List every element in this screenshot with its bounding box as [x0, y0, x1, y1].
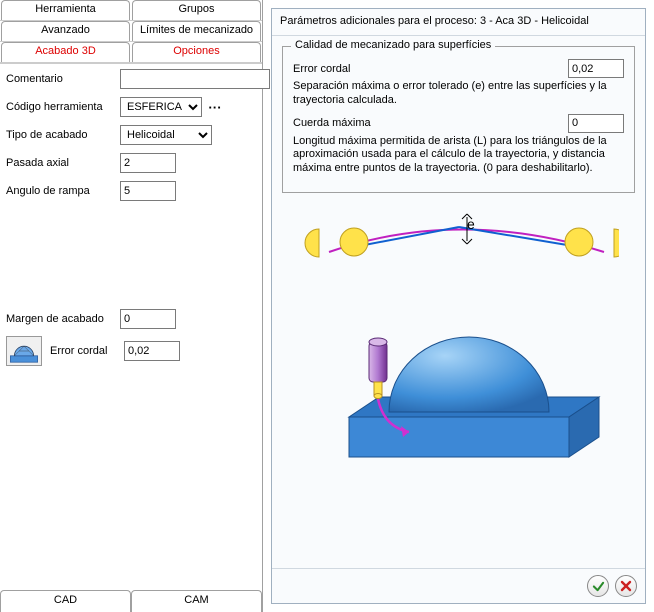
dlg-chordal-desc: Separación máxima o error tolerado (e) e…	[293, 80, 624, 108]
form-area: Comentario Código herramienta ESFERICA 0…	[0, 63, 262, 612]
ramp-angle-input[interactable]	[120, 181, 176, 201]
cancel-button[interactable]	[615, 575, 637, 597]
group-legend: Calidad de mecanizado para superfícies	[291, 39, 495, 51]
finish-margin-label: Margen de acabado	[6, 313, 116, 325]
chordal-error-label: Error cordal	[50, 345, 120, 357]
diagram: e	[282, 197, 635, 487]
axial-pass-label: Pasada axial	[6, 157, 116, 169]
dialog-title: Parámetros adicionales para el proceso: …	[272, 9, 645, 36]
dlg-maxchord-desc: Longitud máxima permitida de arista (L) …	[293, 135, 624, 176]
dlg-maxchord-input[interactable]	[568, 114, 624, 133]
finish-margin-input[interactable]	[120, 309, 176, 329]
tab-row-2: Avanzado Límites de mecanizado	[0, 21, 262, 42]
chordal-error-input[interactable]	[124, 341, 180, 361]
dlg-chordal-label: Error cordal	[293, 63, 562, 75]
dialog-footer	[272, 568, 645, 603]
dome-icon	[8, 338, 40, 364]
tab-grupos[interactable]: Grupos	[132, 0, 261, 20]
tab-avanzado[interactable]: Avanzado	[1, 21, 130, 41]
tab-acabado-3d[interactable]: Acabado 3D	[1, 42, 130, 62]
tool-code-label: Código herramienta	[6, 101, 116, 113]
dlg-chordal-input[interactable]	[568, 59, 624, 78]
right-panel: Parámetros adicionales para el proceso: …	[263, 0, 654, 612]
tab-row-3: Acabado 3D Opciones	[0, 42, 262, 63]
surface-quality-group: Calidad de mecanizado para superfícies E…	[282, 46, 635, 193]
finish-type-label: Tipo de acabado	[6, 129, 116, 141]
dlg-maxchord-label: Cuerda máxima	[293, 117, 562, 129]
chordal-error-icon[interactable]	[6, 336, 42, 366]
close-icon	[620, 580, 632, 592]
params-dialog: Parámetros adicionales para el proceso: …	[271, 8, 646, 604]
chordal-diagram-svg: e	[299, 197, 619, 487]
tab-row-1: Herramienta Grupos	[0, 0, 262, 21]
tab-limites[interactable]: Límites de mecanizado	[132, 21, 261, 41]
tool-code-select[interactable]: ESFERICA 0	[120, 97, 202, 117]
bottom-tabs: CAD CAM	[0, 590, 262, 612]
tab-opciones[interactable]: Opciones	[132, 42, 261, 62]
bottom-tab-cad[interactable]: CAD	[0, 590, 131, 612]
tool-code-more-button[interactable]: ···	[206, 98, 224, 116]
comment-input[interactable]	[120, 69, 270, 89]
ok-button[interactable]	[587, 575, 609, 597]
comment-label: Comentario	[6, 73, 116, 85]
axial-pass-input[interactable]	[120, 153, 176, 173]
bottom-tab-cam[interactable]: CAM	[131, 590, 262, 612]
check-icon	[592, 580, 605, 593]
finish-type-select[interactable]: Helicoidal	[120, 125, 212, 145]
ramp-angle-label: Angulo de rampa	[6, 185, 116, 197]
left-panel: Herramienta Grupos Avanzado Límites de m…	[0, 0, 263, 612]
tab-herramienta[interactable]: Herramienta	[1, 0, 130, 20]
